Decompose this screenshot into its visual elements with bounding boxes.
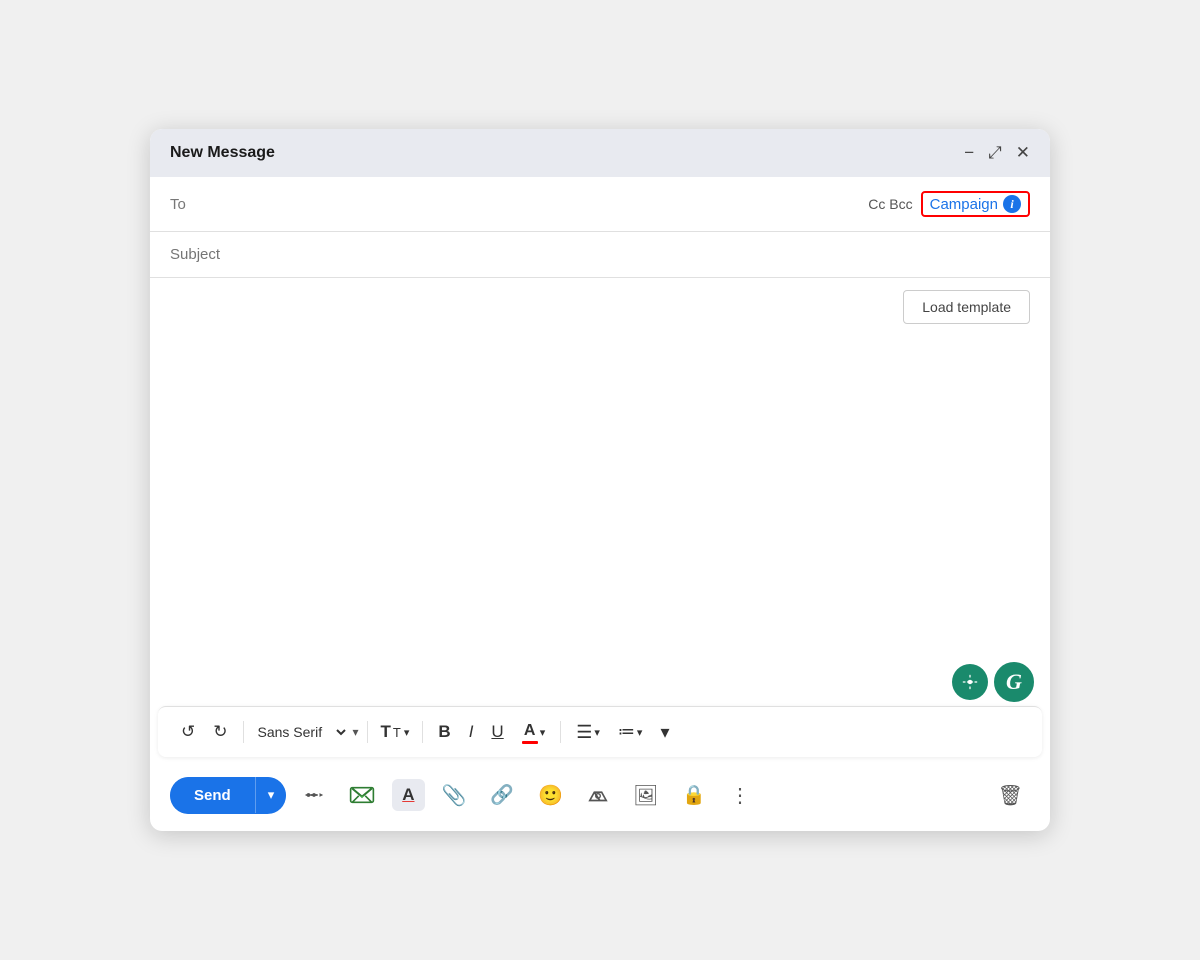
- to-input[interactable]: [230, 196, 868, 213]
- format-options-icon: [303, 784, 325, 806]
- bold-icon: B: [438, 722, 450, 742]
- toolbar-divider-1: [243, 721, 244, 743]
- font-select-arrow: ▾: [353, 725, 359, 739]
- trash-icon: 🗑: [998, 783, 1023, 808]
- compose-header: New Message − ⤢ ✕: [150, 129, 1050, 177]
- campaign-info-icon: i: [1003, 195, 1021, 213]
- photo-icon: 🖼: [633, 783, 658, 808]
- link-icon: 🔗: [490, 783, 514, 807]
- cc-bcc-button[interactable]: Cc Bcc: [868, 196, 912, 212]
- close-button[interactable]: ✕: [1016, 143, 1030, 163]
- emoji-icon: 🙂: [538, 783, 563, 808]
- bottom-toolbar: Send ▾: [150, 765, 1050, 831]
- bold-button[interactable]: B: [431, 717, 457, 747]
- gmass-icon: [349, 782, 375, 808]
- floating-icons: G: [150, 658, 1050, 706]
- confidential-button[interactable]: 🔒: [675, 776, 713, 814]
- campaign-label: Campaign: [930, 196, 998, 213]
- format-options-button[interactable]: [296, 777, 332, 813]
- italic-button[interactable]: I: [462, 717, 481, 747]
- toolbar-divider-3: [422, 721, 423, 743]
- text-color-button[interactable]: A ▾: [515, 715, 553, 749]
- send-button[interactable]: Send: [170, 777, 255, 814]
- list-chevron: ▾: [637, 726, 643, 739]
- italic-icon: I: [469, 722, 474, 742]
- subject-input[interactable]: [170, 246, 1030, 263]
- to-row: To Cc Bcc Campaign i: [150, 177, 1050, 232]
- align-button[interactable]: ☰ ▾: [569, 717, 607, 748]
- message-editor[interactable]: [170, 332, 1030, 646]
- attach-icon: 📎: [442, 783, 467, 808]
- align-chevron: ▾: [594, 726, 600, 739]
- format-text-button[interactable]: A: [392, 779, 424, 811]
- toolbar-divider-4: [560, 721, 561, 743]
- toolbar-divider-2: [367, 721, 368, 743]
- compose-body: To Cc Bcc Campaign i Load template: [150, 177, 1050, 831]
- header-actions: − ⤢ ✕: [964, 143, 1030, 163]
- list-icon: ≔: [618, 722, 635, 742]
- load-template-button[interactable]: Load template: [903, 290, 1030, 324]
- redo-icon: ↻: [213, 722, 227, 742]
- undo-icon: ↺: [181, 722, 195, 742]
- insert-photo-button[interactable]: 🖼: [626, 776, 665, 815]
- more-options-icon: ⋮: [730, 783, 750, 808]
- send-dropdown-button[interactable]: ▾: [255, 777, 287, 813]
- insert-link-button[interactable]: 🔗: [483, 776, 521, 814]
- underline-icon: U: [491, 722, 503, 742]
- subject-row: [150, 232, 1050, 278]
- undo-button[interactable]: ↺: [174, 717, 202, 747]
- more-icon: ▾: [660, 722, 669, 743]
- delete-button[interactable]: 🗑: [991, 776, 1030, 815]
- compose-title: New Message: [170, 144, 275, 162]
- attach-file-button[interactable]: 📎: [435, 776, 474, 815]
- text-color-icon: A: [522, 720, 538, 744]
- more-options-button[interactable]: ⋮: [723, 776, 757, 815]
- more-formatting-button[interactable]: ▾: [653, 717, 676, 748]
- message-area: Load template: [150, 278, 1050, 658]
- formatting-toolbar: ↺ ↻ Sans Serif Serif Monospace ▾ TT ▾ B: [158, 706, 1042, 757]
- insert-emoji-button[interactable]: 🙂: [531, 776, 570, 815]
- font-size-icon: T: [381, 722, 391, 742]
- redo-button[interactable]: ↻: [206, 717, 234, 747]
- send-button-group: Send ▾: [170, 777, 286, 814]
- font-family-select[interactable]: Sans Serif Serif Monospace: [252, 719, 349, 745]
- smart-compose-icon[interactable]: [952, 664, 988, 700]
- format-a-icon: A: [402, 785, 414, 805]
- send-dropdown-arrow: ▾: [268, 787, 275, 802]
- grammarly-icon[interactable]: G: [994, 662, 1034, 702]
- campaign-button[interactable]: Campaign i: [921, 191, 1030, 217]
- font-size-chevron: ▾: [404, 726, 410, 739]
- align-icon: ☰: [576, 722, 592, 743]
- to-label: To: [170, 196, 230, 213]
- list-button[interactable]: ≔ ▾: [611, 717, 650, 747]
- drive-icon: [587, 784, 609, 806]
- insert-drive-button[interactable]: [580, 777, 616, 813]
- to-field-actions: Cc Bcc Campaign i: [868, 191, 1030, 217]
- lock-icon: 🔒: [682, 783, 706, 807]
- text-color-chevron: ▾: [540, 726, 546, 739]
- minimize-button[interactable]: −: [964, 143, 974, 163]
- expand-button[interactable]: ⤢: [988, 143, 1002, 163]
- compose-window: New Message − ⤢ ✕ To Cc Bcc Campaign i: [150, 129, 1050, 831]
- font-size-button[interactable]: TT ▾: [376, 717, 415, 747]
- gmass-button[interactable]: [342, 775, 382, 815]
- underline-button[interactable]: U: [484, 717, 510, 747]
